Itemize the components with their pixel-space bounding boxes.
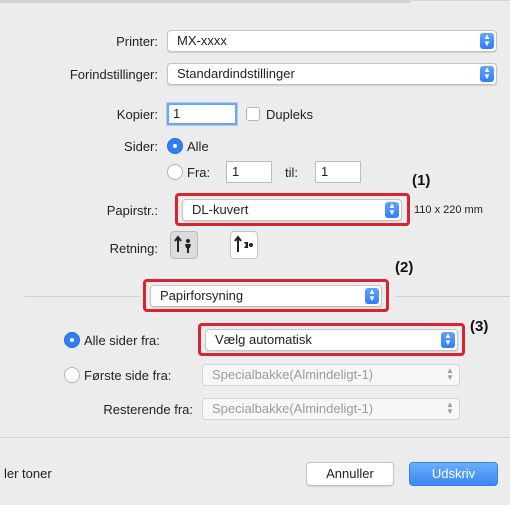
pages-all-label: Alle (187, 139, 209, 154)
paper-dimensions: 110 x 220 mm (414, 204, 483, 216)
remaining-value: Specialbakke(Almindeligt-1) (212, 401, 374, 416)
printer-popup[interactable]: MX-xxxx ▲ ▼ (167, 30, 497, 52)
all-pages-label: Alle sider fra: (84, 333, 160, 348)
pages-from-label: Fra: (187, 165, 211, 180)
highlight-box-3 (198, 323, 465, 356)
highlight-box-2 (143, 279, 389, 312)
pages-to-label: til: (285, 165, 298, 180)
copies-field[interactable]: 1 (167, 103, 237, 125)
callout-2: (2) (395, 259, 414, 276)
printer-value: MX-xxxx (177, 33, 227, 48)
chevron-updown-icon: ▲ ▼ (480, 33, 494, 49)
presets-label: Forindstillinger: (69, 67, 158, 82)
chevron-updown-icon: ▲ ▼ (480, 66, 494, 82)
landscape-person-icon (234, 235, 253, 252)
chevron-updown-icon: ▲ ▼ (446, 400, 454, 416)
remaining-label: Resterende fra: (103, 402, 193, 417)
callout-1: (1) (412, 172, 431, 189)
pages-from-field[interactable]: 1 (226, 161, 272, 183)
duplex-checkbox[interactable] (246, 107, 260, 121)
pages-all-radio[interactable] (167, 138, 183, 154)
pages-range-radio[interactable] (167, 164, 183, 180)
footer-divider (0, 437, 510, 438)
callout-3: (3) (470, 318, 489, 335)
cancel-button[interactable]: Annuller (306, 462, 394, 486)
first-page-popup[interactable]: Specialbakke(Almindeligt-1) ▲ ▼ (202, 364, 460, 386)
presets-value: Standardindstillinger (177, 66, 295, 81)
section-divider-right (395, 296, 510, 297)
orientation-portrait-button[interactable] (170, 231, 198, 259)
first-page-label: Første side fra: (84, 368, 172, 383)
printer-label: Printer: (116, 34, 158, 49)
presets-popup[interactable]: Standardindstillinger ▲ ▼ (167, 63, 497, 85)
portrait-person-icon (174, 235, 191, 253)
first-page-value: Specialbakke(Almindeligt-1) (212, 367, 374, 382)
highlight-box-1 (175, 193, 410, 226)
first-page-radio[interactable] (64, 367, 80, 383)
duplex-label: Dupleks (266, 107, 313, 122)
section-divider-left (25, 296, 140, 297)
pages-to-field[interactable]: 1 (315, 161, 361, 183)
print-button[interactable]: Udskriv (409, 462, 498, 486)
orientation-landscape-button[interactable] (230, 231, 258, 259)
footer-left-text: ler toner (4, 466, 52, 481)
orientation-label: Retning: (109, 241, 158, 256)
pages-label: Sider: (124, 139, 158, 154)
top-strip (0, 0, 410, 3)
remaining-popup[interactable]: Specialbakke(Almindeligt-1) ▲ ▼ (202, 398, 460, 420)
chevron-updown-icon: ▲ ▼ (446, 366, 454, 382)
copies-label: Kopier: (116, 107, 158, 122)
paper-size-label: Papirstr.: (106, 203, 158, 218)
all-pages-radio[interactable] (64, 332, 80, 348)
